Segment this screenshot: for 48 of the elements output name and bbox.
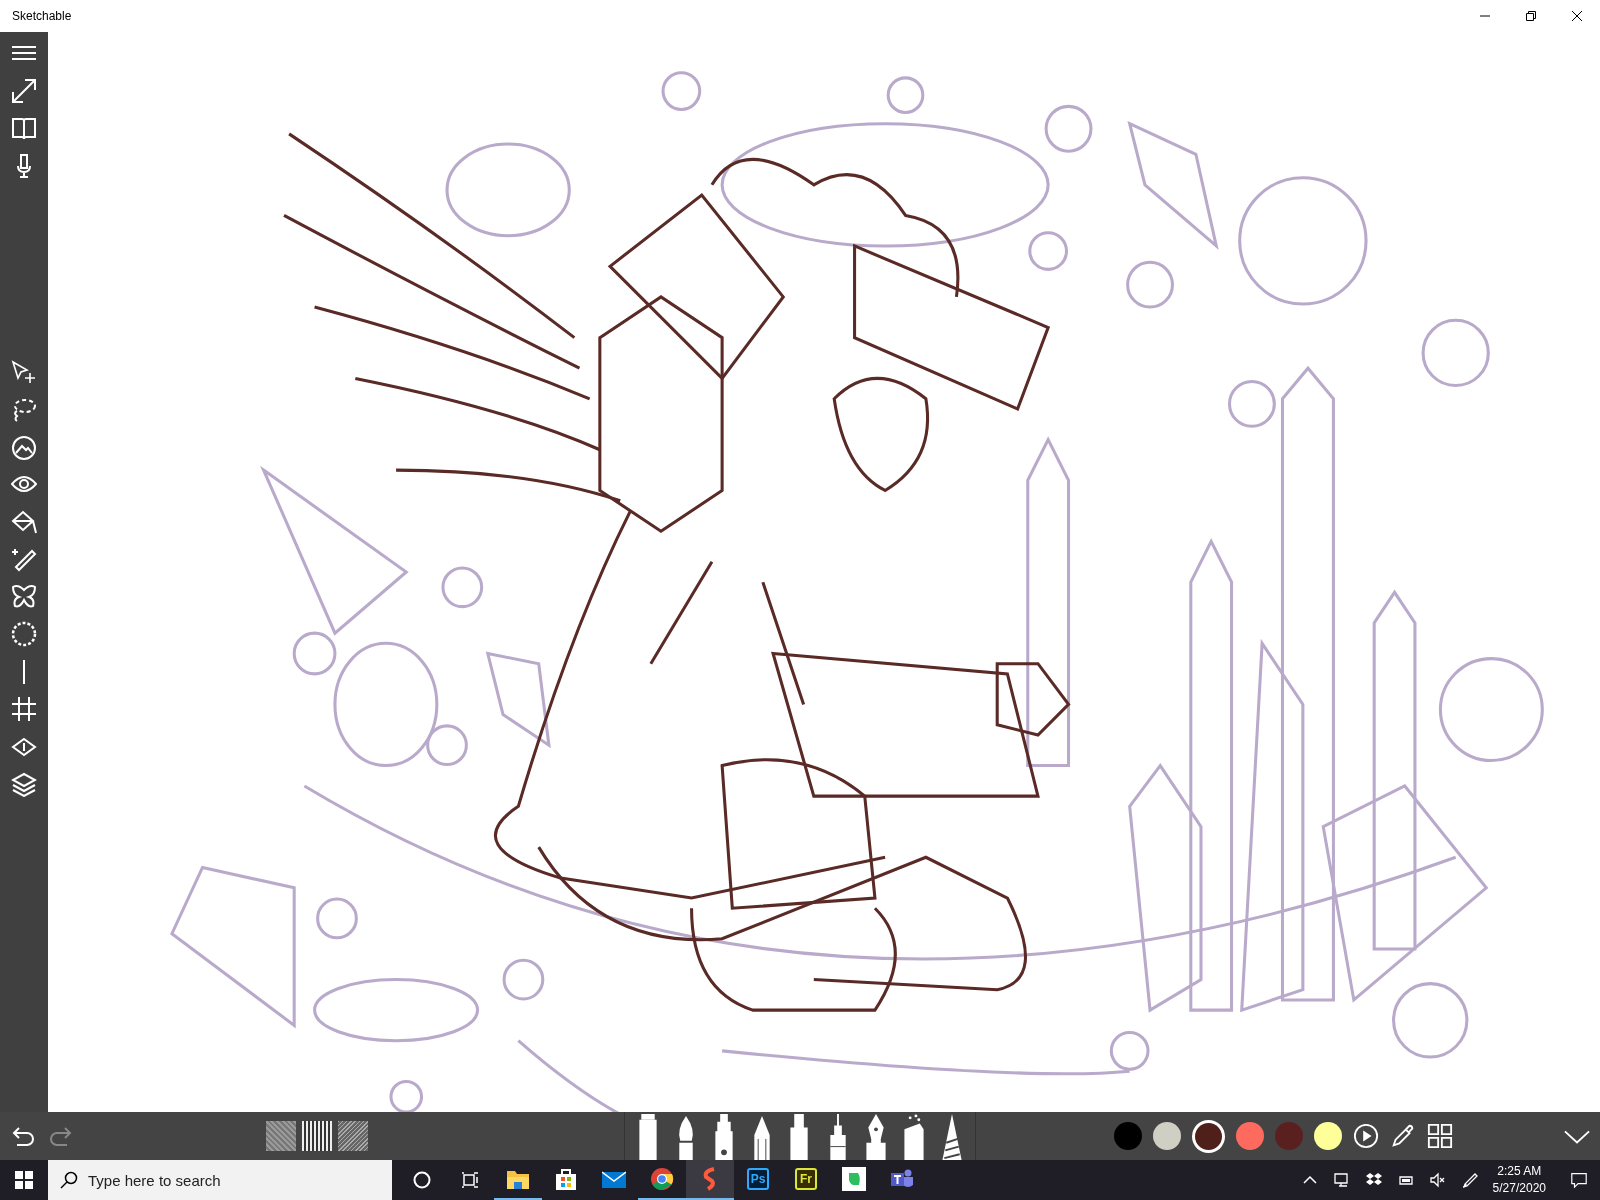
layers-icon[interactable] xyxy=(11,771,37,797)
marker-brush-icon[interactable] xyxy=(636,1114,660,1160)
spray-can-icon[interactable] xyxy=(902,1114,926,1160)
folder-icon xyxy=(506,1168,530,1190)
cone-brush-icon[interactable] xyxy=(940,1114,964,1160)
taskbar-app-button[interactable]: Fr xyxy=(782,1160,830,1200)
taskbar-app-button[interactable]: Ps xyxy=(734,1160,782,1200)
paint-bucket-icon[interactable] xyxy=(11,508,37,535)
close-icon xyxy=(1571,10,1583,22)
task-view-icon xyxy=(461,1171,479,1189)
windows-logo-icon xyxy=(15,1171,33,1189)
speaker-muted-icon[interactable] xyxy=(1428,1171,1447,1189)
expand-icon[interactable] xyxy=(11,77,37,104)
shopping-bag-icon xyxy=(554,1167,578,1191)
fountain-pen-icon[interactable] xyxy=(864,1114,888,1160)
color-swatch[interactable] xyxy=(1195,1122,1222,1150)
texture-thumbnail[interactable] xyxy=(338,1121,368,1151)
color-swatch[interactable] xyxy=(1314,1122,1342,1150)
window-title: Sketchable xyxy=(11,9,72,23)
color-swatch[interactable] xyxy=(1275,1122,1303,1150)
eyedropper-icon[interactable] xyxy=(1390,1123,1416,1149)
pen-icon[interactable] xyxy=(1460,1171,1479,1189)
grid-view-icon[interactable] xyxy=(1427,1123,1453,1149)
lasso-icon[interactable] xyxy=(11,396,37,422)
circle-icon xyxy=(413,1171,431,1189)
book-icon[interactable] xyxy=(11,115,37,141)
color-swatch[interactable] xyxy=(1236,1122,1264,1150)
color-swatch[interactable] xyxy=(1114,1122,1142,1150)
butterfly-icon[interactable] xyxy=(11,583,37,610)
search-field[interactable]: Type here to search xyxy=(48,1160,392,1200)
clock[interactable]: 2:25 AM 5/27/2020 xyxy=(1492,1163,1546,1197)
grid-icon[interactable] xyxy=(11,696,37,722)
notification-icon[interactable] xyxy=(1570,1171,1588,1189)
restore-icon xyxy=(1525,10,1537,22)
dashed-circle-icon[interactable] xyxy=(11,621,37,647)
browser-icon xyxy=(650,1167,674,1191)
color-swatch[interactable] xyxy=(1153,1122,1181,1150)
texture-thumbnail[interactable] xyxy=(266,1121,296,1151)
texture-thumbnail[interactable] xyxy=(302,1121,332,1151)
felt-pen-icon[interactable] xyxy=(712,1114,736,1160)
envelope-icon xyxy=(602,1169,626,1189)
clock-date: 5/27/2020 xyxy=(1492,1180,1546,1197)
play-icon[interactable] xyxy=(1353,1123,1379,1149)
clock-time: 2:25 AM xyxy=(1497,1163,1542,1180)
image-rotate-icon[interactable] xyxy=(11,433,37,460)
select-move-icon[interactable] xyxy=(11,358,37,385)
network-icon[interactable] xyxy=(1332,1171,1351,1189)
magic-wand-icon[interactable] xyxy=(11,546,37,572)
